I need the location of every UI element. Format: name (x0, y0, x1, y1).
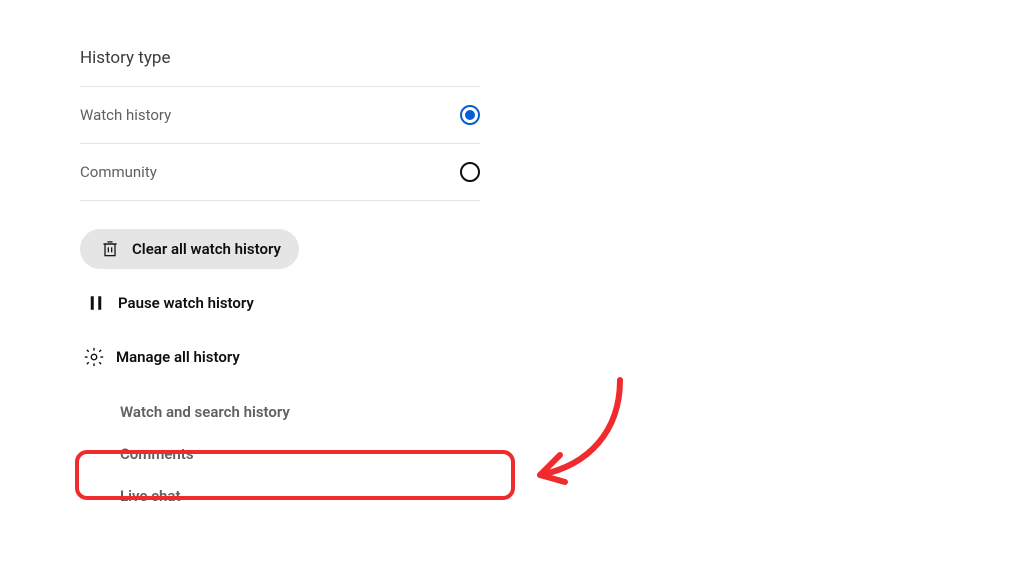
divider (80, 200, 480, 201)
actions-group: Clear all watch history Pause watch hist… (80, 229, 480, 517)
radio-option-community[interactable]: Community (80, 144, 480, 200)
action-label: Manage all history (116, 348, 240, 366)
manage-sublinks: Watch and search history Comments Live c… (80, 391, 480, 517)
radio-option-watch-history[interactable]: Watch history (80, 87, 480, 143)
sublink-comments[interactable]: Comments (120, 433, 480, 475)
history-type-panel: History type Watch history Community (80, 48, 480, 517)
action-label: Clear all watch history (132, 240, 281, 258)
pause-icon (84, 291, 108, 315)
radio-label: Watch history (80, 106, 171, 124)
annotation-arrow-icon (510, 370, 640, 500)
pause-watch-history-button[interactable]: Pause watch history (80, 283, 480, 323)
clear-all-watch-history-button[interactable]: Clear all watch history (80, 229, 480, 269)
radio-selected-icon (460, 105, 480, 125)
radio-label: Community (80, 163, 157, 181)
sublink-watch-search-history[interactable]: Watch and search history (120, 391, 480, 433)
sublink-live-chat[interactable]: Live chat (120, 475, 480, 517)
panel-title: History type (80, 48, 480, 86)
gear-icon (82, 345, 106, 369)
action-label: Pause watch history (118, 294, 254, 312)
manage-all-history-button[interactable]: Manage all history (80, 337, 480, 377)
trash-icon (98, 237, 122, 261)
radio-unselected-icon (460, 162, 480, 182)
